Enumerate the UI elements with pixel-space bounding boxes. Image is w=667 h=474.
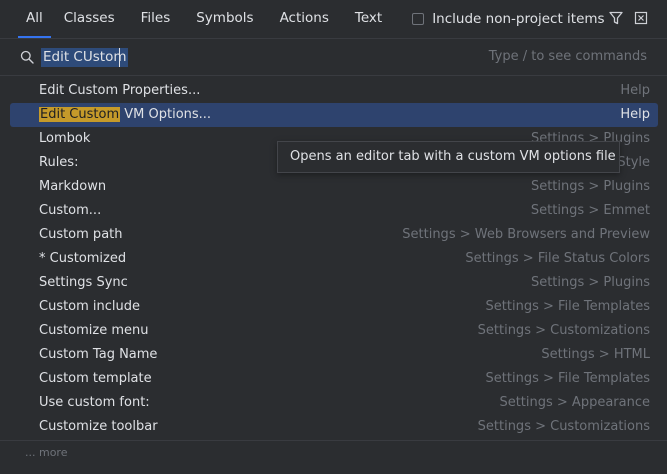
include-non-project-label: Include non-project items [432,11,605,27]
result-customize-menu[interactable]: Customize menu Settings > Customizations [10,319,658,343]
result-location: Settings > Customizations [477,323,650,338]
tab-text[interactable]: Text [342,0,395,38]
result-customize-toolbar[interactable]: Customize toolbar Settings > Customizati… [10,415,658,439]
result-location: Settings > Emmet [530,203,650,218]
search-bar: Edit CUstom Type / to see commands [0,38,667,76]
result-custom-path[interactable]: Custom path Settings > Web Browsers and … [10,223,658,247]
result-markdown[interactable]: Markdown Settings > Plugins [10,175,658,199]
result-location: Settings > File Status Colors [465,251,650,266]
result-name-rest: VM Options... [120,107,212,122]
result-name: Custom... [39,203,102,218]
result-name: Custom include [39,299,141,314]
result-custom[interactable]: Custom... Settings > Emmet [10,199,658,223]
result-name: Edit Custom VM Options... [39,103,211,127]
result-name: Markdown [39,179,107,194]
result-name: Custom Tag Name [39,347,158,362]
filter-icon[interactable] [609,11,623,25]
tab-actions[interactable]: Actions [267,0,342,38]
search-hint: Type / to see commands [488,49,647,64]
tab-classes[interactable]: Classes [51,0,128,38]
search-input[interactable]: Edit CUstom [41,48,129,67]
result-name: Rules: [39,155,79,170]
result-custom-include[interactable]: Custom include Settings > File Templates [10,295,658,319]
result-location: Help [620,83,650,98]
result-location: Settings > Appearance [499,395,650,410]
result-custom-template[interactable]: Custom template Settings > File Template… [10,367,658,391]
result-location: Style [617,155,650,170]
results-list: Edit Custom Properties... Help Edit Cust… [0,79,667,439]
result-location: Settings > File Templates [485,371,650,386]
checkbox-box[interactable] [412,13,425,25]
result-edit-custom-vm-options[interactable]: Edit Custom VM Options... Help [10,103,658,127]
result-name: Edit Custom Properties... [39,83,201,98]
result-name: Custom template [39,371,152,386]
text-caret [119,48,120,67]
result-name: * Customized [39,251,127,266]
result-settings-sync[interactable]: Settings Sync Settings > Plugins [10,271,658,295]
tab-all[interactable]: All [18,0,51,38]
action-tooltip: Opens an editor tab with a custom VM opt… [277,141,620,173]
result-customized[interactable]: * Customized Settings > File Status Colo… [10,247,658,271]
result-name: Use custom font: [39,395,150,410]
result-edit-custom-properties[interactable]: Edit Custom Properties... Help [10,79,658,103]
tab-symbols[interactable]: Symbols [183,0,266,38]
more-results-link[interactable]: ... more [0,440,667,474]
result-location: Help [620,107,650,122]
close-icon[interactable] [634,11,648,25]
include-non-project-checkbox[interactable]: Include non-project items [412,11,605,27]
search-icon [20,50,34,64]
tab-files[interactable]: Files [128,0,184,38]
result-location: Settings > Plugins [530,275,650,290]
result-name: Lombok [39,131,91,146]
result-location: Settings > HTML [541,347,650,362]
result-location: Settings > File Templates [485,299,650,314]
result-use-custom-font[interactable]: Use custom font: Settings > Appearance [10,391,658,415]
result-name: Customize toolbar [39,419,158,434]
result-location: Settings > Plugins [530,179,650,194]
result-name: Custom path [39,227,123,242]
result-location: Settings > Customizations [477,419,650,434]
result-custom-tag-name[interactable]: Custom Tag Name Settings > HTML [10,343,658,367]
search-everywhere-tabs: All Classes Files Symbols Actions Text I… [0,0,667,38]
result-location: Settings > Web Browsers and Preview [402,227,650,242]
match-highlight: Edit Custom [39,107,121,122]
result-name: Customize menu [39,323,149,338]
result-name: Settings Sync [39,275,128,290]
